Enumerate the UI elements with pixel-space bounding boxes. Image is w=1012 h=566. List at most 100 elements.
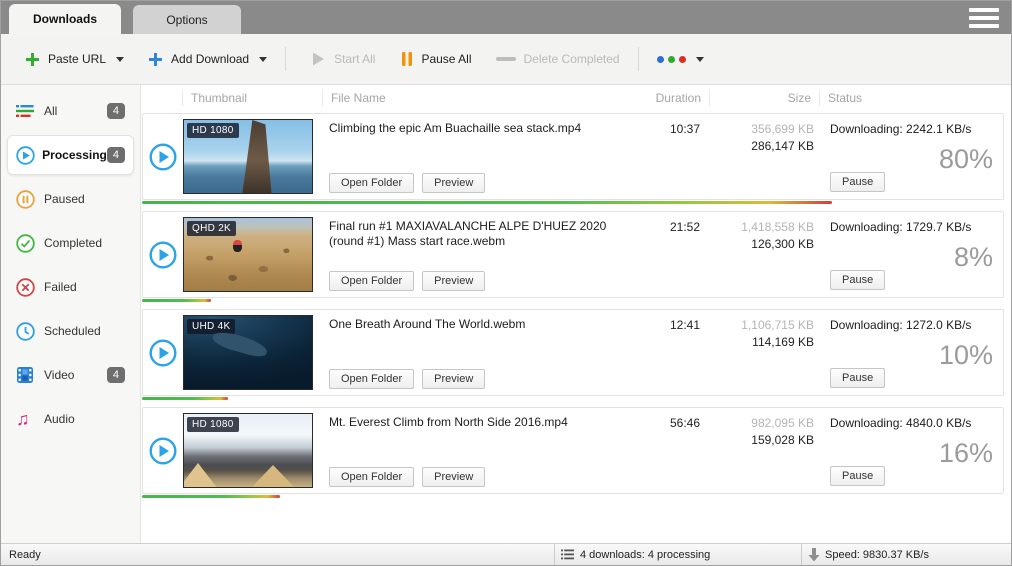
progress-bar — [142, 299, 211, 302]
play-circle-icon — [149, 437, 177, 465]
size-downloaded: 286,147 KB — [708, 139, 814, 153]
progress-bar — [142, 201, 832, 204]
pause-all-button[interactable]: Pause All — [393, 45, 479, 73]
sidebar-item-label: Audio — [44, 412, 125, 426]
add-download-label: Add Download — [171, 52, 249, 66]
sidebar-item-audio[interactable]: ♫ Audio — [7, 399, 134, 439]
open-folder-button[interactable]: Open Folder — [329, 467, 414, 487]
open-folder-button[interactable]: Open Folder — [329, 369, 414, 389]
tab-downloads[interactable]: Downloads — [9, 4, 121, 34]
sidebar-item-all[interactable]: All 4 — [7, 91, 134, 131]
paste-url-button[interactable]: Paste URL — [17, 46, 132, 73]
downloads-list-icon — [561, 549, 574, 560]
preview-button[interactable]: Preview — [422, 271, 485, 291]
tab-options[interactable]: Options — [133, 5, 241, 34]
video-thumbnail[interactable]: UHD 4K — [183, 315, 313, 390]
pause-button[interactable]: Pause — [830, 172, 885, 192]
start-all-label: Start All — [334, 52, 375, 66]
duration-value: 56:46 — [628, 408, 708, 493]
resume-download-button[interactable] — [149, 241, 177, 269]
ellipsis-dots-icon — [657, 56, 686, 63]
video-thumbnail[interactable]: HD 1080 — [183, 119, 313, 194]
video-thumbnail[interactable]: HD 1080 — [183, 413, 313, 488]
dash-icon — [496, 56, 516, 62]
duration-value: 12:41 — [628, 310, 708, 395]
download-row: HD 1080 Climbing the epic Am Buachaille … — [142, 113, 1004, 200]
size-total: 356,699 KB — [708, 122, 814, 136]
resume-download-button[interactable] — [149, 437, 177, 465]
play-icon — [310, 51, 326, 67]
sidebar-item-failed[interactable]: Failed — [7, 267, 134, 307]
processing-play-icon — [16, 145, 36, 165]
toolbar-separator — [638, 47, 639, 71]
sidebar-item-label: Scheduled — [44, 324, 125, 338]
sidebar-item-badge: 4 — [107, 103, 125, 119]
header-size[interactable]: Size — [709, 90, 819, 106]
sidebar-item-badge: 4 — [107, 147, 125, 163]
completed-check-icon — [16, 233, 38, 253]
menu-hamburger-icon[interactable] — [969, 8, 999, 28]
preview-button[interactable]: Preview — [422, 369, 485, 389]
toolbar: Paste URL Add Download Start All Pause A… — [1, 34, 1011, 85]
play-circle-icon — [149, 241, 177, 269]
preview-button[interactable]: Preview — [422, 173, 485, 193]
quality-badge: QHD 2K — [187, 221, 236, 236]
chevron-down-icon[interactable] — [116, 57, 124, 62]
chevron-down-icon[interactable] — [259, 57, 267, 62]
more-actions-button[interactable] — [649, 50, 712, 69]
sidebar-item-video[interactable]: Video 4 — [7, 355, 134, 395]
file-name: Climbing the epic Am Buachaille sea stac… — [329, 121, 618, 136]
content-area: All 4 Processing 4 — [1, 85, 1011, 543]
preview-button[interactable]: Preview — [422, 467, 485, 487]
sidebar-item-label: Video — [44, 368, 107, 382]
list-all-icon — [16, 101, 38, 121]
download-row: HD 1080 Mt. Everest Climb from North Sid… — [142, 407, 1004, 494]
resume-download-button[interactable] — [149, 339, 177, 367]
status-downloads-count: 4 downloads: 4 processing — [580, 549, 710, 561]
sidebar-item-completed[interactable]: Completed — [7, 223, 134, 263]
download-status: Downloading: 1272.0 KB/s — [830, 318, 993, 332]
download-row-card[interactable]: UHD 4K One Breath Around The World.webm … — [142, 309, 1004, 396]
start-all-button[interactable]: Start All — [302, 45, 383, 73]
sidebar-item-paused[interactable]: Paused — [7, 179, 134, 219]
plus-icon — [148, 52, 163, 67]
delete-completed-button[interactable]: Delete Completed — [488, 46, 628, 72]
header-thumbnail[interactable]: Thumbnail — [182, 90, 322, 106]
header-status[interactable]: Status — [819, 90, 1004, 106]
progress-bar — [142, 397, 228, 400]
download-row-card[interactable]: QHD 2K Final run #1 MAXIAVALANCHE ALPE D… — [142, 211, 1004, 298]
pause-button[interactable]: Pause — [830, 270, 885, 290]
sidebar-item-label: Completed — [44, 236, 125, 250]
resume-download-button[interactable] — [149, 143, 177, 171]
add-download-button[interactable]: Add Download — [140, 46, 275, 73]
open-folder-button[interactable]: Open Folder — [329, 271, 414, 291]
pause-icon — [401, 51, 413, 67]
video-thumbnail[interactable]: QHD 2K — [183, 217, 313, 292]
open-folder-button[interactable]: Open Folder — [329, 173, 414, 193]
scheduled-clock-icon — [16, 321, 38, 341]
sidebar-item-label: Processing — [42, 148, 107, 162]
rows-container: HD 1080 Climbing the epic Am Buachaille … — [141, 111, 1011, 505]
pause-button[interactable]: Pause — [830, 466, 885, 486]
header-duration[interactable]: Duration — [629, 90, 709, 106]
failed-cross-icon — [16, 277, 38, 297]
progress-bar — [142, 495, 280, 498]
sidebar-item-scheduled[interactable]: Scheduled — [7, 311, 134, 351]
header-file-name[interactable]: File Name — [322, 90, 629, 106]
file-name: Final run #1 MAXIAVALANCHE ALPE D'HUEZ 2… — [329, 219, 618, 249]
size-total: 982,095 KB — [708, 416, 814, 430]
sidebar-item-label: Failed — [44, 280, 125, 294]
delete-completed-label: Delete Completed — [524, 52, 620, 66]
size-total: 1,418,558 KB — [708, 220, 814, 234]
download-arrow-icon — [808, 548, 820, 562]
download-row: QHD 2K Final run #1 MAXIAVALANCHE ALPE D… — [142, 211, 1004, 298]
paused-icon — [16, 189, 38, 209]
file-name: Mt. Everest Climb from North Side 2016.m… — [329, 415, 618, 430]
download-row-card[interactable]: HD 1080 Climbing the epic Am Buachaille … — [142, 113, 1004, 200]
sidebar-item-processing[interactable]: Processing 4 — [7, 135, 134, 175]
pause-button[interactable]: Pause — [830, 368, 885, 388]
status-speed: Speed: 9830.37 KB/s — [825, 549, 929, 561]
download-percent: 16% — [939, 438, 993, 469]
download-row-card[interactable]: HD 1080 Mt. Everest Climb from North Sid… — [142, 407, 1004, 494]
chevron-down-icon[interactable] — [696, 57, 704, 62]
